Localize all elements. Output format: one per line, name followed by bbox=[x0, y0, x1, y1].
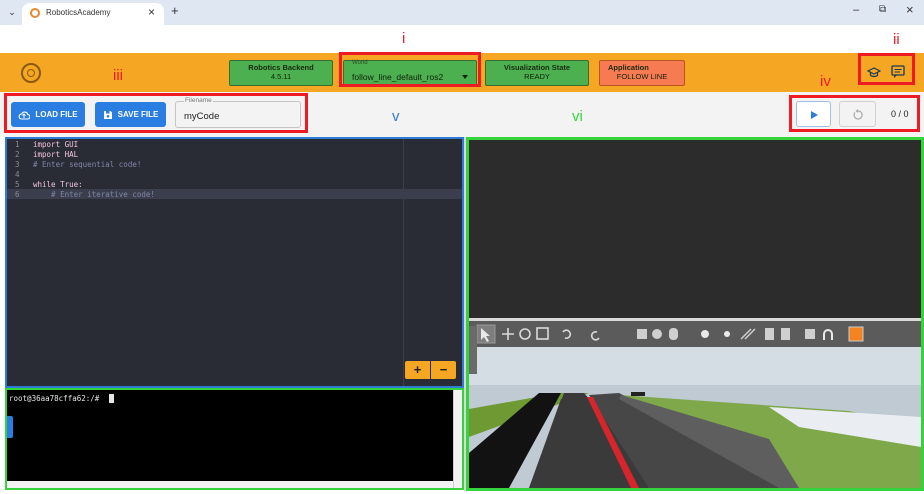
code-text: import GUI bbox=[33, 140, 79, 149]
line-number: 1 bbox=[15, 140, 20, 149]
line-number: 2 bbox=[15, 150, 20, 159]
annotation-label-ii: ii bbox=[893, 31, 900, 48]
code-text: while True: bbox=[33, 180, 83, 189]
line-number: 5 bbox=[15, 180, 20, 189]
address-bar-area bbox=[0, 25, 924, 53]
gazebo-toolbar bbox=[469, 321, 921, 347]
code-line: 2 import HAL bbox=[7, 150, 462, 160]
simulation-panel bbox=[466, 137, 924, 491]
annotation-box-file-controls bbox=[4, 93, 308, 133]
code-text: import HAL bbox=[33, 150, 79, 159]
app-logo-icon[interactable] bbox=[21, 63, 41, 83]
visualization-state-box: Visualization State READY bbox=[485, 60, 589, 86]
line-number: 3 bbox=[15, 160, 20, 169]
new-tab-button[interactable]: + bbox=[171, 3, 179, 18]
tab-favicon bbox=[30, 8, 40, 18]
camera-view bbox=[469, 140, 921, 318]
code-line: 6 # Enter iterative code! bbox=[7, 190, 462, 200]
code-comment: # Enter iterative code! bbox=[33, 190, 155, 199]
zoom-out-button[interactable]: − bbox=[431, 361, 456, 379]
browser-tab[interactable]: RoboticsAcademy × bbox=[22, 3, 164, 25]
terminal-hscrollbar[interactable] bbox=[7, 481, 453, 488]
minimize-button[interactable]: – bbox=[853, 4, 859, 16]
application-title: Application bbox=[608, 63, 649, 72]
line-number: 6 bbox=[15, 190, 20, 199]
line-number: 4 bbox=[15, 170, 20, 179]
annotation-label-vi: vi bbox=[572, 108, 583, 125]
terminal-side-tab[interactable] bbox=[7, 416, 13, 438]
tab-close-icon[interactable]: × bbox=[148, 5, 155, 19]
annotation-box-run-controls bbox=[789, 95, 920, 132]
maximize-button[interactable]: ⧉ bbox=[879, 4, 886, 15]
tab-title: RoboticsAcademy bbox=[46, 8, 111, 17]
code-comment: # Enter sequential code! bbox=[33, 160, 142, 169]
robotics-backend-title: Robotics Backend bbox=[248, 63, 314, 72]
application-box: Application FOLLOW LINE bbox=[599, 60, 685, 86]
code-line: 5 while True: bbox=[7, 180, 462, 190]
robotics-backend-version: 4.5.11 bbox=[270, 72, 292, 81]
annotation-label-i: i bbox=[402, 30, 406, 47]
application-value: FOLLOW LINE bbox=[616, 72, 668, 81]
annotation-box-icons bbox=[858, 53, 915, 85]
terminal-cursor bbox=[109, 394, 114, 403]
code-editor[interactable]: 1 import GUI 2 import HAL 3 # Enter sequ… bbox=[5, 137, 464, 388]
browser-tab-strip: ⌄ RoboticsAcademy × + – ⧉ × bbox=[0, 0, 924, 25]
gazebo-side-tab[interactable] bbox=[469, 326, 477, 374]
terminal-scrollbar[interactable] bbox=[453, 390, 462, 488]
tab-list-dropdown-icon[interactable]: ⌄ bbox=[6, 6, 18, 18]
zoom-in-button[interactable]: + bbox=[405, 361, 430, 379]
annotation-label-iv: iv bbox=[820, 73, 831, 90]
close-window-button[interactable]: × bbox=[906, 2, 914, 17]
code-line: 4 bbox=[7, 170, 462, 180]
annotation-label-iii: iii bbox=[113, 67, 123, 84]
visualization-state-title: Visualization State bbox=[503, 63, 571, 72]
visualization-state-value: READY bbox=[524, 72, 550, 81]
annotation-box-world bbox=[339, 52, 481, 87]
robotics-backend-box: Robotics Backend 4.5.11 bbox=[229, 60, 333, 86]
code-line: 3 # Enter sequential code! bbox=[7, 160, 462, 170]
terminal-prompt: root@36aa78cffa62:/# bbox=[9, 394, 100, 403]
terminal[interactable]: root@36aa78cffa62:/# bbox=[5, 388, 464, 490]
annotation-label-v: v bbox=[392, 108, 400, 125]
gazebo-3d-view[interactable] bbox=[469, 347, 921, 488]
code-line: 1 import GUI bbox=[7, 140, 462, 150]
